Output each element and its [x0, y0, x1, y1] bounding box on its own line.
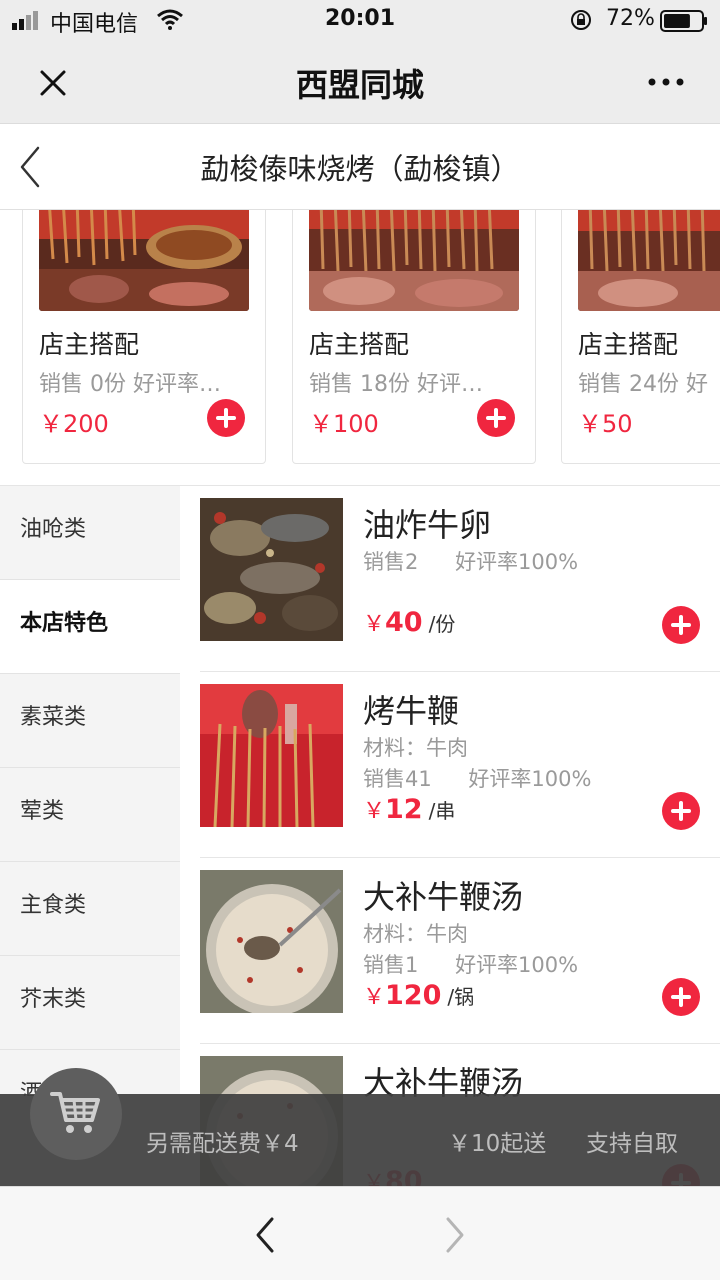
rotation-lock-icon: [571, 10, 591, 30]
currency-symbol: ￥: [363, 612, 386, 637]
dish-name: 烤牛鞭: [363, 692, 460, 730]
dish-image: [200, 684, 343, 827]
dish-sales: 销售2: [363, 550, 419, 574]
carrier-name: 中国电信: [50, 12, 139, 37]
forward-icon[interactable]: [440, 1215, 470, 1255]
price-unit: /串: [428, 799, 456, 823]
add-to-cart-button[interactable]: [662, 978, 700, 1016]
wifi-icon: [157, 9, 183, 30]
dish-item[interactable]: 大补牛鞭汤 材料：牛肉 销售1 好评率100% ￥120/锅: [200, 858, 720, 1044]
price-amount: 40: [385, 607, 423, 638]
dish-price: ￥12/串: [363, 793, 455, 825]
dish-image: [200, 498, 343, 641]
currency-symbol: ￥: [363, 985, 386, 1010]
status-bar: 中国电信 20:01 72%: [0, 0, 720, 40]
dish-stats: 销售1 好评率100%: [363, 949, 578, 979]
signal-icon: [12, 11, 38, 30]
dish-list: 油炸牛卵 销售2 好评率100% ￥40/份 烤牛鞭 材料：牛肉 销售41 好评…: [180, 486, 720, 1186]
combo-name: 店主搭配: [578, 330, 679, 359]
back-icon[interactable]: [250, 1215, 280, 1255]
dish-image: [200, 870, 343, 1013]
self-pickup-label: 支持自取: [586, 1131, 678, 1157]
combo-name: 店主搭配: [39, 330, 140, 359]
dish-name: 油炸牛卵: [363, 506, 492, 544]
add-to-cart-button[interactable]: [662, 606, 700, 644]
shopping-cart-icon: [50, 1092, 100, 1133]
minimum-order: ￥10起送: [448, 1131, 547, 1157]
plus-icon: [216, 408, 236, 428]
nav-title: 西盟同城: [295, 66, 424, 104]
battery-percent: 72%: [606, 6, 655, 31]
category-item[interactable]: 油呛类: [0, 486, 180, 580]
battery-icon: [660, 10, 707, 32]
category-item[interactable]: 素菜类: [0, 674, 180, 768]
combo-stats: 销售 0份 好评率…: [39, 372, 221, 397]
combo-name: 店主搭配: [309, 330, 410, 359]
dish-price: ￥40/份: [363, 606, 455, 638]
combo-price: ￥50: [578, 410, 633, 438]
dish-rating: 好评率100%: [468, 767, 592, 791]
combo-image: [39, 210, 249, 311]
dish-sales: 销售41: [363, 767, 432, 791]
dish-item[interactable]: 烤牛鞭 材料：牛肉 销售41 好评率100% ￥12/串: [200, 672, 720, 858]
add-to-cart-button[interactable]: [207, 399, 245, 437]
page-title: 勐梭傣味烧烤（勐梭镇）: [200, 152, 520, 186]
page-header: 勐梭傣味烧烤（勐梭镇）: [0, 124, 720, 210]
combo-carousel[interactable]: 店主搭配 销售 0份 好评率… ￥200 店主搭配 销售 18份 好评… ￥10…: [0, 210, 720, 486]
dish-sales: 销售1: [363, 953, 419, 977]
dish-material: 材料：牛肉: [363, 736, 468, 760]
category-item[interactable]: 芥末类: [0, 956, 180, 1050]
combo-image: [578, 210, 720, 311]
combo-image: [309, 210, 519, 311]
add-to-cart-button[interactable]: [662, 792, 700, 830]
price-unit: /份: [428, 612, 456, 636]
dish-rating: 好评率100%: [455, 550, 579, 574]
combo-stats: 销售 24份 好: [578, 372, 708, 397]
dish-material: 材料：牛肉: [363, 922, 468, 946]
browser-bottom-nav: [0, 1186, 720, 1280]
back-chevron-icon[interactable]: [14, 142, 46, 192]
plus-icon: [671, 615, 691, 635]
category-item[interactable]: 荤类: [0, 768, 180, 862]
dish-name: 大补牛鞭汤: [363, 878, 524, 916]
dish-stats: 销售41 好评率100%: [363, 763, 591, 793]
category-sidebar: 油呛类 本店特色 素菜类 荤类 主食类 芥末类 酒: [0, 486, 180, 1096]
dish-price: ￥120/锅: [363, 979, 474, 1011]
price-amount: 120: [385, 980, 442, 1011]
price-amount: 12: [385, 794, 423, 825]
combo-price: ￥100: [309, 410, 379, 438]
combo-card[interactable]: 店主搭配 销售 24份 好 ￥50: [561, 210, 720, 464]
plus-icon: [671, 987, 691, 1007]
delivery-fee: 另需配送费￥4: [146, 1131, 299, 1157]
nav-bar: 西盟同城: [0, 40, 720, 124]
category-item[interactable]: 主食类: [0, 862, 180, 956]
dish-stats: 销售2 好评率100%: [363, 546, 578, 576]
combo-price: ￥200: [39, 410, 109, 438]
combo-stats: 销售 18份 好评…: [309, 372, 483, 397]
combo-card[interactable]: 店主搭配 销售 0份 好评率… ￥200: [22, 210, 266, 464]
dish-rating: 好评率100%: [455, 953, 579, 977]
add-to-cart-button[interactable]: [477, 399, 515, 437]
price-unit: /锅: [447, 985, 475, 1009]
more-icon[interactable]: [646, 70, 686, 94]
plus-icon: [671, 801, 691, 821]
dish-item[interactable]: 油炸牛卵 销售2 好评率100% ￥40/份: [200, 486, 720, 672]
plus-icon: [486, 408, 506, 428]
currency-symbol: ￥: [363, 799, 386, 824]
cart-bar: 另需配送费￥4 ￥10起送 支持自取: [0, 1068, 720, 1186]
close-icon[interactable]: [34, 64, 72, 102]
category-item-active[interactable]: 本店特色: [0, 580, 180, 674]
combo-card[interactable]: 店主搭配 销售 18份 好评… ￥100: [292, 210, 536, 464]
cart-button[interactable]: [30, 1068, 122, 1160]
